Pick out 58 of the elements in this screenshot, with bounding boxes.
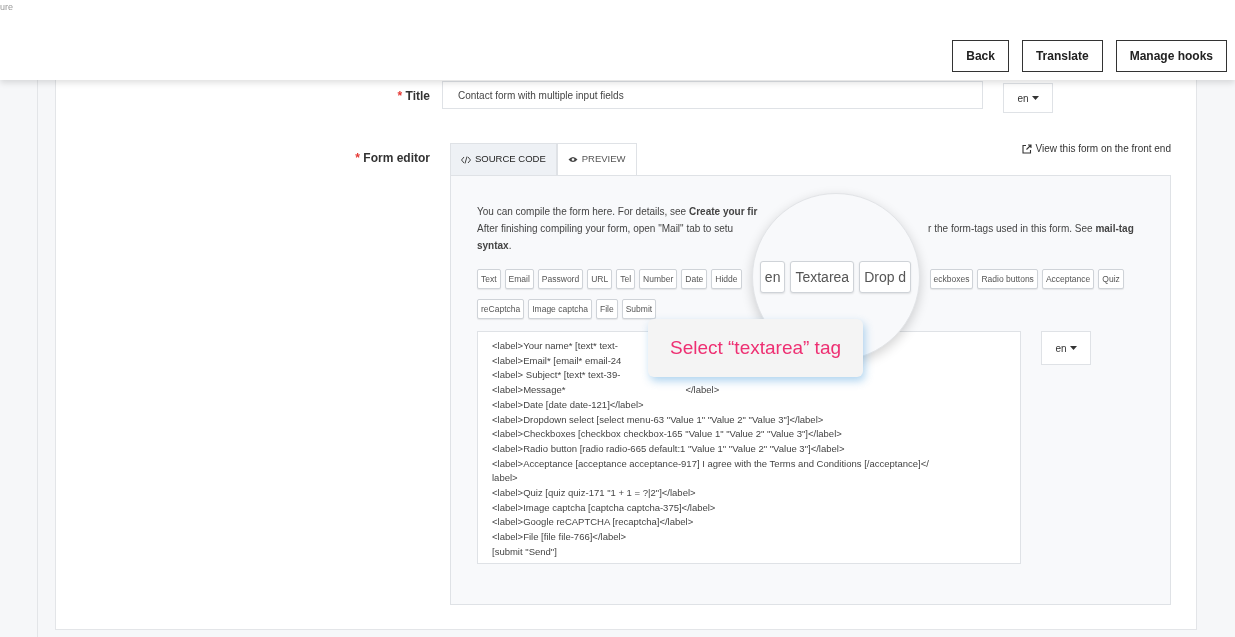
code-line: <label>Dropdown select [select menu-63 "Value 1" "Value 2" "Value 3"]</label> <box>492 412 824 427</box>
code-line: <label>Radio button [radio radio-665 default:1 "Value 1" "Value 2" "Value 3"]</label> <box>492 441 845 456</box>
tooltip: Select “textarea” tag <box>648 319 863 377</box>
tag-button[interactable]: Password <box>537 269 584 289</box>
intro-text: r the form-tags used in this form. See mail-tag <box>928 222 1134 236</box>
tag-button[interactable]: Textarea <box>790 261 855 293</box>
tag-button[interactable]: Text <box>477 269 501 289</box>
title-input[interactable]: Contact form with multiple input fields <box>442 81 983 109</box>
tag-button[interactable]: Image captcha <box>528 299 592 319</box>
code-line: <label>Message* <box>492 383 566 398</box>
tag-button[interactable]: Quiz <box>1098 269 1124 289</box>
editor-tab[interactable]: PREVIEW <box>556 143 637 176</box>
tag-button[interactable]: URL <box>587 269 613 289</box>
code-line: <label>File [file file-766]</label> <box>492 530 627 545</box>
code-line: label> <box>492 471 518 486</box>
code-editor[interactable] <box>477 331 1021 564</box>
tag-button[interactable]: en <box>759 261 786 293</box>
tag-button[interactable]: Hidde <box>711 269 742 289</box>
intro-text: After finishing compiling your form, open "Mail" tab to setu <box>477 222 734 236</box>
header-button[interactable]: Manage hooks <box>1115 40 1227 72</box>
front-end-link[interactable]: View this form on the front end <box>1021 141 1171 156</box>
intro-text: You can compile the form here. For details, see Create your fir <box>477 206 758 217</box>
tag-button[interactable]: Number <box>639 269 678 289</box>
language-dropdown[interactable]: en <box>1003 83 1053 113</box>
code-line: <label>Image captcha [captcha captcha-375]</label> <box>492 500 716 515</box>
caret-icon <box>1069 346 1077 350</box>
intro-text: syntax. <box>477 240 512 251</box>
editor-tab[interactable]: SOURCE CODE <box>450 143 557 176</box>
language-dropdown[interactable]: en <box>1041 331 1091 365</box>
code-line: <label>Quiz [quiz quiz-171 "1 + 1 = ?|2"]</label> <box>492 486 696 501</box>
eye-icon <box>567 156 578 163</box>
code-line: [submit "Send"] <box>492 544 557 559</box>
tag-button[interactable]: Email <box>504 269 534 289</box>
tag-button[interactable]: reCaptcha <box>477 299 525 319</box>
corner-text: ure <box>0 1 14 12</box>
code-line: <label>Checkboxes [checkbox checkbox-165 "Value 1" "Value 2" "Value 3"]</label> <box>492 427 842 442</box>
code-line: <label>Email* [email* email-24 <box>492 353 622 368</box>
field-label: * Title <box>397 89 430 103</box>
tag-button[interactable]: Acceptance <box>1041 269 1095 289</box>
code-icon <box>461 155 471 164</box>
code-line: <label>Google reCAPTCHA [recaptcha]</label> <box>492 515 694 530</box>
tag-button[interactable]: Radio buttons <box>977 269 1038 289</box>
tag-button[interactable]: Tel <box>616 269 636 289</box>
code-line: <label>Your name* [text* text- <box>492 339 618 353</box>
tag-button[interactable]: Date <box>681 269 708 289</box>
tag-button[interactable]: Drop d <box>859 261 912 293</box>
code-line: <label>Acceptance [acceptance acceptance-917] I agree with the Terms and Conditions [/acceptance]</ <box>492 456 929 471</box>
header-button[interactable]: Back <box>952 40 1009 72</box>
caret-icon <box>1031 96 1039 100</box>
code-line: </label> <box>685 383 720 398</box>
code-line: <label> Subject* [text* text-39- <box>492 368 621 383</box>
tag-button[interactable]: Submit <box>621 299 657 319</box>
tag-button[interactable]: File <box>596 299 618 319</box>
external-link-icon <box>1021 143 1032 154</box>
code-line: <label>Date [date date-121]</label> <box>492 397 644 412</box>
tag-button[interactable]: eckboxes <box>929 269 974 289</box>
header-button[interactable]: Translate <box>1021 40 1103 72</box>
field-label: * Form editor <box>355 151 430 165</box>
